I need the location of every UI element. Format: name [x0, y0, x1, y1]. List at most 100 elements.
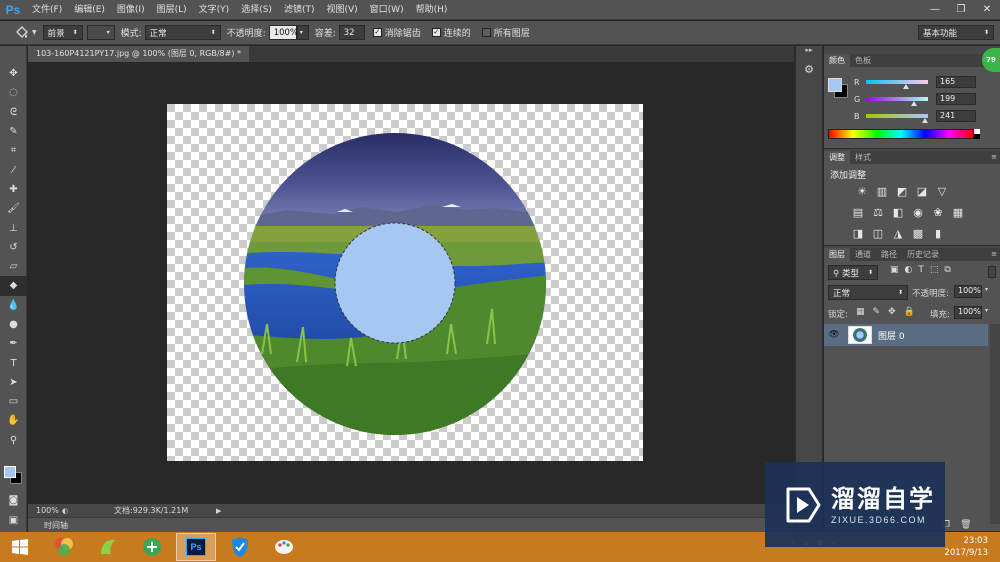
- color-spectrum-bar[interactable]: [828, 129, 974, 139]
- green-value-input[interactable]: 199: [936, 93, 976, 105]
- panel-options-icon[interactable]: ⚙: [796, 58, 822, 80]
- color-panel-foreground[interactable]: [828, 78, 842, 92]
- app-color-icon[interactable]: [44, 533, 84, 561]
- layers-panel-menu-icon[interactable]: ≡: [991, 248, 997, 261]
- eraser-tool-icon[interactable]: ▱: [0, 257, 27, 276]
- menu-window[interactable]: 窗口(W): [364, 0, 410, 20]
- quick-select-tool-icon[interactable]: ✎: [0, 122, 27, 141]
- marquee-tool-icon[interactable]: ◌: [0, 83, 27, 102]
- blue-slider-thumb[interactable]: [921, 118, 928, 123]
- red-slider[interactable]: [866, 80, 928, 89]
- minimize-button[interactable]: —: [922, 0, 948, 18]
- lock-transparent-icon[interactable]: ▦: [856, 307, 865, 317]
- filter-type-icon[interactable]: T: [918, 265, 924, 275]
- menu-filter[interactable]: 滤镜(T): [278, 0, 321, 20]
- exposure-icon[interactable]: ◪: [912, 183, 932, 199]
- all-layers-checkbox[interactable]: [481, 28, 491, 37]
- filter-smart-icon[interactable]: ⧉: [944, 265, 950, 275]
- shield-icon[interactable]: [220, 533, 260, 561]
- tab-styles[interactable]: 样式: [850, 151, 876, 164]
- tab-channels[interactable]: 通道: [850, 248, 876, 261]
- menu-edit[interactable]: 编辑(E): [68, 0, 111, 20]
- black-white-icon[interactable]: ◧: [888, 204, 908, 220]
- quick-mask-icon[interactable]: ◙: [0, 491, 27, 510]
- browser-icon[interactable]: [132, 533, 172, 561]
- paint-icon[interactable]: [264, 533, 304, 561]
- tab-layers[interactable]: 图层: [824, 248, 850, 261]
- app-frog-icon[interactable]: [88, 533, 128, 561]
- contiguous-checkbox[interactable]: ✓: [431, 28, 441, 37]
- restore-button[interactable]: ❐: [948, 0, 974, 18]
- photo-filter-icon[interactable]: ◉: [908, 204, 928, 220]
- document-canvas[interactable]: [167, 104, 643, 461]
- menu-type[interactable]: 文字(Y): [193, 0, 236, 20]
- color-balance-icon[interactable]: ⚖: [868, 204, 888, 220]
- lasso-tool-icon[interactable]: ᘓ: [0, 103, 27, 122]
- workspace-select[interactable]: 基本功能 ⬍: [918, 25, 994, 40]
- channel-mixer-icon[interactable]: ❀: [928, 204, 948, 220]
- curves-icon[interactable]: ◩: [892, 183, 912, 199]
- path-select-tool-icon[interactable]: ➤: [0, 373, 27, 392]
- brush-tool-icon[interactable]: 🖌: [0, 199, 27, 218]
- lock-move-icon[interactable]: ✥: [888, 307, 896, 317]
- fill-arrow-icon[interactable]: ▾: [985, 307, 988, 314]
- vibrance-icon[interactable]: ▽: [932, 183, 952, 199]
- layer-row[interactable]: 👁 图层 0: [824, 324, 988, 346]
- delete-layer-icon[interactable]: 🗑: [960, 520, 971, 530]
- layer-blend-select[interactable]: 正常 ⬍: [828, 285, 908, 300]
- healing-brush-tool-icon[interactable]: ✚: [0, 180, 27, 199]
- status-arrow-icon[interactable]: ▶: [216, 507, 221, 515]
- taskbar-clock[interactable]: 23:03 2017/9/13: [944, 535, 988, 559]
- history-brush-tool-icon[interactable]: ↺: [0, 238, 27, 257]
- threshold-icon[interactable]: ◮: [888, 225, 908, 241]
- collapse-arrows-icon[interactable]: ▸▸: [796, 46, 822, 58]
- spectrum-white-black[interactable]: [974, 129, 980, 139]
- red-value-input[interactable]: 165: [936, 76, 976, 88]
- green-slider[interactable]: [866, 97, 928, 106]
- tab-history[interactable]: 历史记录: [902, 248, 944, 261]
- tool-preset-arrow-icon[interactable]: ▼: [32, 29, 37, 36]
- layer-filter-select[interactable]: ⚲ 类型 ⬍: [828, 265, 878, 280]
- tab-color[interactable]: 颜色: [824, 54, 850, 67]
- selective-color-icon[interactable]: ▩: [908, 225, 928, 241]
- blue-slider[interactable]: [866, 114, 928, 123]
- pen-tool-icon[interactable]: ✒: [0, 334, 27, 353]
- status-info-icon[interactable]: ◐: [62, 507, 76, 515]
- menu-view[interactable]: 视图(V): [320, 0, 363, 20]
- move-tool-icon[interactable]: ✥: [0, 64, 27, 83]
- menu-image[interactable]: 图像(I): [111, 0, 151, 20]
- adjust-panel-menu-icon[interactable]: ≡: [991, 151, 997, 164]
- tab-swatches[interactable]: 色板: [850, 54, 876, 67]
- mode-select[interactable]: 正常 ⬍: [144, 25, 221, 40]
- menu-file[interactable]: 文件(F): [26, 0, 68, 20]
- opacity-dropdown[interactable]: ▾: [296, 25, 309, 40]
- filter-pixel-icon[interactable]: ▣: [890, 265, 899, 275]
- photoshop-icon[interactable]: Ps: [176, 533, 216, 561]
- hue-saturation-icon[interactable]: ▤: [848, 204, 868, 220]
- clone-stamp-tool-icon[interactable]: ⊥: [0, 218, 27, 237]
- layer-opacity-input[interactable]: 100%: [954, 285, 982, 298]
- opacity-input[interactable]: 100%: [268, 25, 298, 40]
- fill-source-select[interactable]: 前景 ⬍: [42, 25, 83, 40]
- layers-scrollbar[interactable]: [990, 324, 1000, 524]
- lock-all-icon[interactable]: 🔒: [904, 307, 915, 317]
- user-badge[interactable]: 79: [982, 48, 1000, 72]
- blue-value-input[interactable]: 241: [936, 110, 976, 122]
- zoom-level[interactable]: 100%: [28, 506, 62, 515]
- layer-opacity-arrow-icon[interactable]: ▾: [985, 286, 988, 293]
- filter-shape-icon[interactable]: ⬚: [930, 265, 939, 275]
- paint-bucket-tool-icon[interactable]: ◆: [0, 276, 27, 296]
- posterize-icon[interactable]: ◫: [868, 225, 888, 241]
- document-tab[interactable]: 103-160P4121PY17.jpg @ 100% (图层 0, RGB/8…: [28, 46, 249, 62]
- foreground-color-swatch[interactable]: [4, 466, 16, 478]
- menu-layer[interactable]: 图层(L): [151, 0, 193, 20]
- fill-input[interactable]: 100%: [954, 306, 982, 319]
- screen-mode-icon[interactable]: ▣: [0, 511, 27, 530]
- dodge-tool-icon[interactable]: ●: [0, 315, 27, 334]
- invert-icon[interactable]: ◨: [848, 225, 868, 241]
- green-slider-thumb[interactable]: [911, 101, 918, 106]
- brightness-contrast-icon[interactable]: ☀: [852, 183, 872, 199]
- blur-tool-icon[interactable]: 💧: [0, 296, 27, 315]
- tolerance-input[interactable]: 32: [338, 25, 365, 40]
- rectangle-tool-icon[interactable]: ▭: [0, 392, 27, 411]
